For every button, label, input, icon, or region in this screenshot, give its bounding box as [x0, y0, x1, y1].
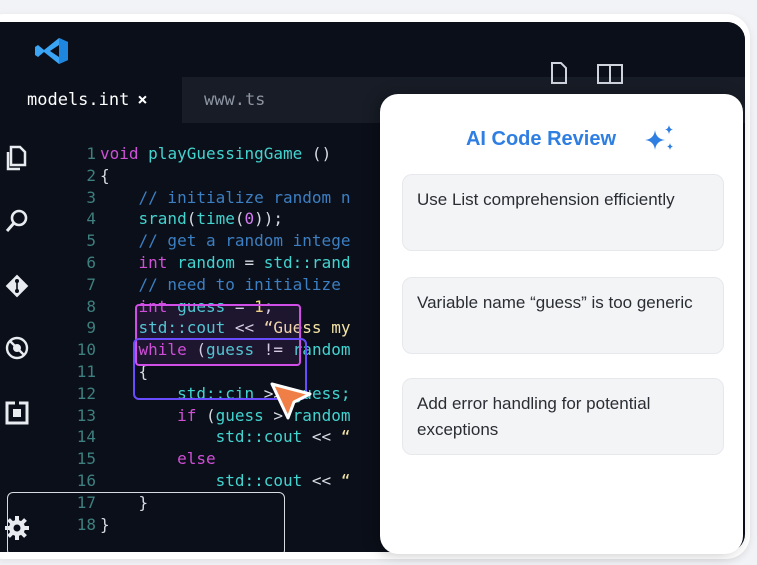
selection-box — [7, 492, 285, 552]
line-number: 13 — [76, 405, 96, 425]
code-token: << — [311, 427, 341, 447]
code-line: 15 else — [74, 448, 350, 470]
code-token: playGuessingGame — [148, 144, 303, 163]
code-token: ( — [186, 209, 197, 229]
code-token: // get a random intege — [100, 231, 351, 251]
line-number: 1 — [86, 144, 96, 163]
line-number: 7 — [86, 274, 96, 294]
code-token: () — [302, 144, 332, 163]
code-token: )); — [254, 209, 284, 229]
line-number: 3 — [86, 187, 96, 207]
files-icon[interactable] — [4, 145, 30, 171]
code-line: 4 srand(time(0)); — [74, 208, 350, 230]
line-number: 10 — [76, 340, 96, 360]
line-number: 8 — [86, 296, 96, 316]
debug-icon[interactable] — [4, 335, 30, 361]
code-line: 6 int random = std::rand — [74, 252, 350, 274]
tab-label: models.int — [27, 90, 130, 110]
code-token: “ — [340, 427, 351, 447]
code-token: // need to initialize — [100, 274, 341, 294]
code-token: std::cout — [100, 470, 312, 490]
code-token: ( — [234, 209, 245, 229]
code-line: 7 // need to initialize — [74, 274, 350, 296]
line-number: 6 — [86, 252, 96, 272]
code-token: 0 — [244, 209, 255, 229]
ai-review-panel: AI Code Review Use List comprehension ef… — [380, 94, 743, 554]
code-token: “ — [340, 470, 351, 490]
line-number: 9 — [86, 318, 96, 338]
line-number: 16 — [76, 470, 96, 490]
code-token: << — [311, 470, 341, 490]
file-icon[interactable] — [550, 62, 568, 84]
code-token: guess — [215, 405, 274, 425]
code-line: 16 std::cout << “ — [74, 470, 351, 492]
line-number: 2 — [86, 165, 96, 185]
extensions-icon[interactable] — [4, 400, 30, 426]
activity-bar — [0, 123, 48, 552]
sparkle-icon — [645, 125, 673, 150]
code-token: random — [177, 252, 245, 272]
code-token: std::rand — [263, 252, 351, 272]
suggestion-card[interactable]: Variable name “guess” is too generic — [402, 277, 724, 354]
suggestion-card[interactable]: Use List comprehension efficiently — [402, 174, 724, 251]
suggestion-card[interactable]: Add error handling for potential excepti… — [402, 378, 724, 455]
code-token: // initialize random n — [100, 187, 351, 207]
line-number: 5 — [86, 231, 96, 251]
tab-label: www.ts — [204, 90, 266, 110]
code-token: if — [100, 405, 206, 425]
code-line: 5 // get a random intege — [74, 230, 350, 252]
line-number: 11 — [76, 361, 96, 381]
tab-www-ts[interactable]: www.ts — [204, 77, 265, 123]
code-token: else — [100, 449, 216, 469]
code-token: { — [100, 165, 110, 185]
editor-actions — [550, 62, 624, 89]
search-icon[interactable] — [4, 208, 30, 234]
vscode-logo-icon — [35, 38, 68, 64]
code-token: ( — [205, 405, 216, 425]
pointer-cursor-icon — [270, 382, 312, 420]
git-icon[interactable] — [4, 273, 30, 299]
code-line: 14 std::cout << “ — [74, 426, 351, 448]
line-number: 15 — [76, 449, 96, 469]
code-line: 3 // initialize random n — [74, 187, 350, 209]
code-token: int — [100, 252, 178, 272]
code-line: 1 void playGuessingGame () — [74, 143, 350, 165]
line-number: 12 — [76, 383, 96, 403]
code-token: void — [100, 144, 149, 163]
close-icon[interactable]: × — [137, 90, 147, 110]
code-line: 2{ — [74, 165, 350, 187]
code-token: std::cout — [100, 427, 312, 447]
split-editor-icon[interactable] — [597, 64, 624, 84]
code-token: = — [244, 252, 264, 272]
line-number: 14 — [76, 427, 96, 447]
code-token: srand — [100, 209, 187, 229]
line-number: 4 — [86, 209, 96, 229]
tab-models-int[interactable]: models.int × — [0, 77, 182, 123]
code-token: time — [196, 209, 235, 229]
title-bar — [0, 22, 745, 72]
